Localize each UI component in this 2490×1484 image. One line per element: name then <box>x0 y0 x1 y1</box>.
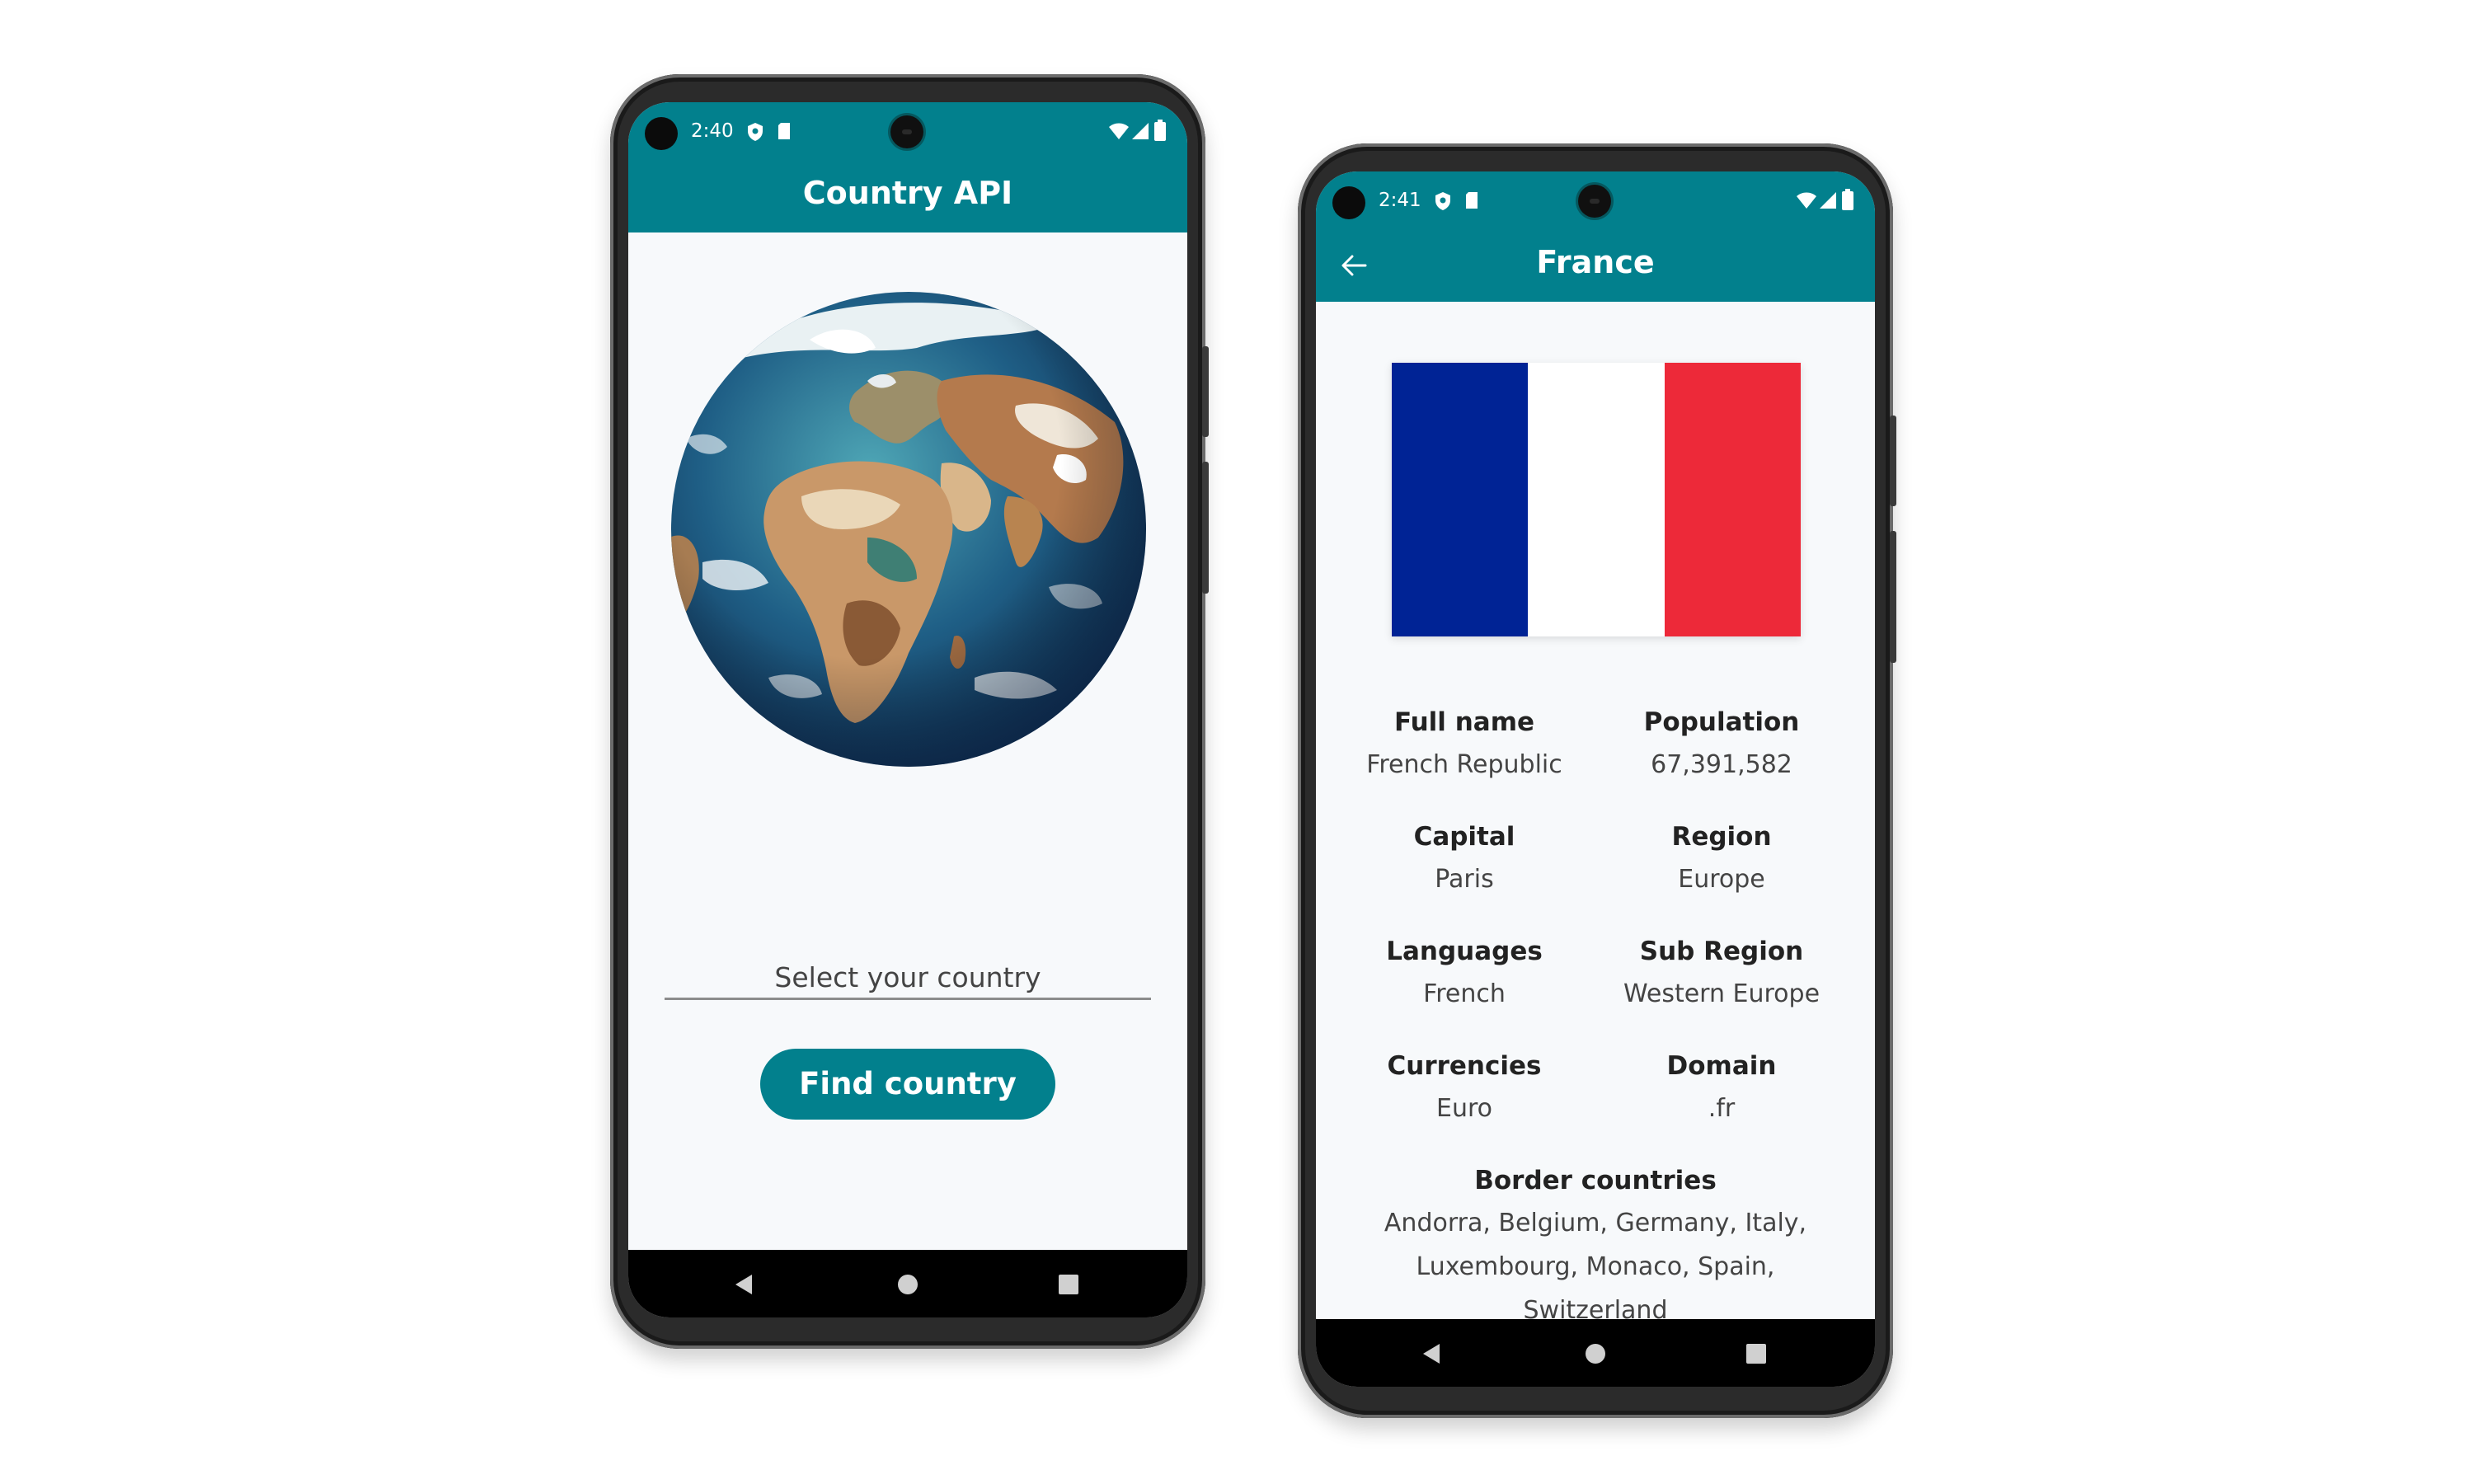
currencies-value: Euro <box>1436 1094 1492 1123</box>
battery-icon <box>1154 120 1166 141</box>
shield-icon <box>1435 192 1450 210</box>
border-countries-line-2: Luxembourg, Monaco, Spain, <box>1416 1252 1775 1281</box>
population-label: Population <box>1643 707 1800 737</box>
phone-left: 2:40 Country API Select your country Fin… <box>610 74 1209 1349</box>
subregion-label: Sub Region <box>1639 937 1804 966</box>
front-camera <box>890 115 923 148</box>
full-name-label: Full name <box>1393 707 1535 737</box>
region-value: Europe <box>1678 865 1765 894</box>
home-nav-icon[interactable] <box>1585 1343 1606 1364</box>
app-title: Country API <box>802 175 1013 211</box>
camera-dot <box>645 117 678 150</box>
volume-button <box>1890 531 1896 663</box>
status-time: 2:41 <box>1379 190 1421 211</box>
signal-icon <box>1820 192 1836 209</box>
wifi-icon <box>1109 123 1129 139</box>
home-nav-icon[interactable] <box>897 1274 918 1295</box>
status-time: 2:40 <box>691 120 734 142</box>
phone-right: 2:41 France Full name French Republic Po… <box>1298 143 1896 1418</box>
region-label: Region <box>1671 822 1772 852</box>
border-countries-line-1: Andorra, Belgium, Germany, Italy, <box>1384 1209 1807 1237</box>
recents-nav-icon[interactable] <box>1059 1275 1078 1294</box>
flag-stripe-blue <box>1392 363 1529 636</box>
shield-icon <box>748 123 763 141</box>
languages-label: Languages <box>1386 937 1543 966</box>
app-bar: 2:41 France <box>1316 171 1875 302</box>
screen-left: 2:40 Country API Select your country Fin… <box>628 102 1187 1317</box>
country-flag <box>1392 363 1801 636</box>
power-button <box>1202 346 1209 437</box>
status-bar: 2:41 <box>1316 171 1875 226</box>
border-countries-label: Border countries <box>1474 1166 1717 1195</box>
app-bar: 2:40 Country API <box>628 102 1187 232</box>
signal-icon <box>1132 123 1149 139</box>
domain-label: Domain <box>1666 1051 1777 1081</box>
select-country-field[interactable]: Select your country <box>628 961 1187 993</box>
system-nav-bar <box>1316 1319 1875 1387</box>
battery-icon <box>1842 189 1853 210</box>
system-nav-bar <box>628 1250 1187 1317</box>
select-field-underline <box>665 998 1151 1000</box>
country-title: France <box>1536 244 1655 280</box>
languages-value: French <box>1423 979 1506 1008</box>
flag-stripe-white <box>1528 363 1665 636</box>
power-button <box>1890 416 1896 506</box>
full-name-value: French Republic <box>1366 750 1562 779</box>
sd-card-icon <box>1466 192 1478 209</box>
capital-label: Capital <box>1413 822 1515 852</box>
domain-value: .fr <box>1708 1094 1736 1123</box>
volume-button <box>1202 462 1209 594</box>
population-value: 67,391,582 <box>1651 750 1792 779</box>
currencies-label: Currencies <box>1387 1051 1542 1081</box>
globe-illustration <box>671 292 1146 767</box>
flag-stripe-red <box>1664 363 1801 636</box>
recents-nav-icon[interactable] <box>1746 1344 1766 1364</box>
wifi-icon <box>1797 192 1816 209</box>
camera-dot <box>1332 186 1365 219</box>
back-nav-icon[interactable] <box>734 1274 754 1295</box>
subregion-value: Western Europe <box>1623 979 1821 1008</box>
front-camera <box>1578 185 1611 218</box>
back-nav-icon[interactable] <box>1421 1343 1441 1364</box>
find-country-button[interactable]: Find country <box>760 1049 1055 1120</box>
capital-value: Paris <box>1435 865 1494 894</box>
sd-card-icon <box>778 123 790 139</box>
screen-right: 2:41 France Full name French Republic Po… <box>1316 171 1875 1387</box>
status-bar: 2:40 <box>628 102 1187 157</box>
